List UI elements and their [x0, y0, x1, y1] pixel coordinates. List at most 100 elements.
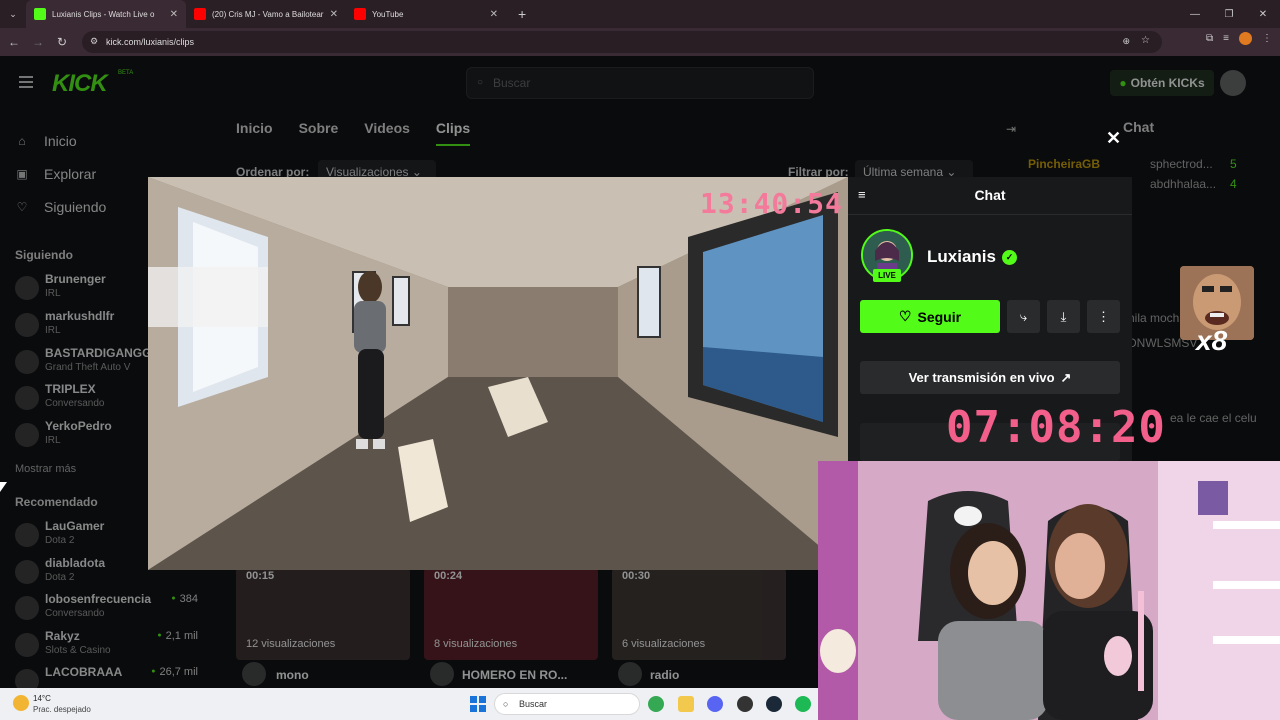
hamburger-menu-icon[interactable] [19, 76, 33, 88]
profile-avatar[interactable] [1239, 32, 1252, 45]
close-tab-icon[interactable]: ✕ [490, 9, 498, 20]
tab-sobre[interactable]: Sobre [299, 120, 339, 146]
weather-icon[interactable] [13, 695, 29, 711]
beta-label: BETA [118, 70, 134, 76]
home-icon: ⌂ [18, 133, 26, 148]
browser-tab-bar: ⌄ Luxianis Clips - Watch Live o ✕ (20) C… [0, 0, 1280, 28]
watch-live-label: Ver transmisión en vivo [908, 370, 1055, 385]
tab-clips[interactable]: Clips [435, 120, 471, 146]
chat-message: hila moch [1128, 311, 1180, 325]
minimize-icon[interactable]: — [1178, 0, 1212, 28]
avatar [15, 350, 39, 374]
channel-category: IRL [45, 325, 61, 336]
kick-logo[interactable]: KICK [52, 70, 108, 98]
site-info-icon[interactable]: ⚙ [90, 36, 98, 47]
discord-icon[interactable] [707, 696, 723, 712]
chat-count: 5 [1230, 157, 1237, 171]
taskbar-search-label: Buscar [519, 699, 548, 709]
clip-title[interactable]: radio [650, 668, 679, 682]
chat-panel-header: ≡ Chat [848, 177, 1132, 215]
chrome-icon[interactable] [648, 696, 664, 712]
channel-name: LauGamer [45, 519, 105, 533]
restore-icon[interactable]: ❐ [1212, 0, 1246, 28]
collapse-chat-icon[interactable]: ⇥ [1006, 122, 1016, 136]
tab-inicio[interactable]: Inicio [236, 120, 273, 146]
show-more-link[interactable]: Mostrar más [15, 463, 76, 475]
menu-icon[interactable]: ⋮ [1262, 33, 1272, 44]
file-explorer-icon[interactable] [678, 696, 694, 712]
avatar [15, 386, 39, 410]
taskbar-search[interactable]: ○ Buscar [494, 693, 640, 715]
follow-button[interactable]: ♡ Seguir [860, 300, 1000, 333]
sidebar-item-label: Explorar [44, 165, 97, 182]
spotify-icon[interactable] [795, 696, 811, 712]
clip-card[interactable]: 00:15 12 visualizaciones [236, 568, 410, 660]
external-link-icon: ↗ [1060, 369, 1072, 385]
download-button[interactable]: ⤓ [1047, 300, 1080, 333]
webcam-scene [818, 461, 1280, 720]
recommended-channel[interactable]: lobosenfrecuencia Conversando 384 [15, 592, 205, 628]
sidebar-nav: ⌂ Inicio ▣ Explorar ♡ Siguiendo [14, 124, 106, 223]
forward-icon[interactable]: → [26, 35, 50, 49]
url-text: kick.com/luxianis/clips [106, 37, 195, 47]
kick-favicon-icon [34, 8, 46, 20]
tab-kick-clips[interactable]: Luxianis Clips - Watch Live o ✕ [26, 0, 186, 28]
tab-youtube[interactable]: YouTube ✕ [346, 0, 506, 28]
sidebar-item-label: Siguiendo [44, 198, 107, 215]
clip-views: 8 visualizaciones [434, 638, 518, 650]
steam-icon[interactable] [766, 696, 782, 712]
search-input[interactable]: ○ Buscar [466, 67, 814, 99]
close-tab-icon[interactable]: ✕ [170, 9, 178, 20]
heart-icon: ♡ [898, 308, 912, 324]
stream-clock: 07:08:20 [946, 402, 1166, 453]
sidebar-item-siguiendo[interactable]: ♡ Siguiendo [14, 190, 107, 223]
get-kicks-label: Obtén KICKs [1130, 76, 1205, 90]
tab-videos[interactable]: Videos [364, 120, 410, 146]
more-options-button[interactable]: ⋮ [1087, 300, 1120, 333]
new-tab-icon[interactable]: + [518, 6, 526, 22]
close-tab-icon[interactable]: ✕ [330, 9, 338, 20]
clip-views: 6 visualizaciones [622, 638, 706, 650]
meme-multiplier: x8 [1196, 325, 1228, 356]
follow-label: Seguir [917, 308, 962, 325]
user-avatar[interactable] [1220, 70, 1246, 96]
extensions-icon[interactable]: ⧉ [1206, 33, 1213, 44]
avatar [15, 313, 39, 337]
weather-temperature: 14°C [33, 694, 51, 703]
share-button[interactable]: ⤷ [1007, 300, 1040, 333]
weather-description: Prac. despejado [33, 705, 91, 714]
stream-video[interactable] [148, 177, 848, 570]
tab-list-icon[interactable]: ⌄ [0, 9, 26, 20]
bookmark-star-icon[interactable]: ☆ [1141, 35, 1150, 46]
watch-live-button[interactable]: Ver transmisión en vivo ↗ [860, 361, 1120, 394]
avatar [15, 423, 39, 447]
avatar [15, 560, 39, 584]
channel-name[interactable]: Luxianis [927, 247, 996, 267]
reload-icon[interactable]: ↻ [50, 35, 74, 49]
recommended-channel[interactable]: Rakyz Slots & Casino 2,1 mil [15, 629, 205, 665]
sidebar-item-explorar[interactable]: ▣ Explorar [14, 157, 106, 190]
close-overlay-icon[interactable]: ✕ [1106, 128, 1121, 149]
channel-category: Dota 2 [45, 535, 75, 546]
tab-title: Luxianis Clips - Watch Live o [52, 9, 155, 19]
clip-card[interactable]: 00:30 6 visualizaciones [612, 568, 786, 660]
clip-card[interactable]: 00:24 8 visualizaciones [424, 568, 598, 660]
close-window-icon[interactable]: ✕ [1246, 0, 1280, 28]
avatar [15, 596, 39, 620]
back-icon[interactable]: ← [2, 35, 26, 49]
get-kicks-button[interactable]: ● Obtén KICKs [1110, 70, 1214, 96]
windows-start-icon[interactable] [470, 696, 486, 712]
compass-icon: ▣ [16, 166, 28, 181]
avatar [242, 662, 266, 686]
share-icon: ⤷ [1019, 308, 1028, 324]
clip-title[interactable]: HOMERO EN RO... [462, 668, 567, 682]
clip-title[interactable]: mono [276, 668, 309, 682]
media-controls-icon[interactable]: ≡ [1223, 33, 1229, 44]
obs-icon[interactable] [737, 696, 753, 712]
sidebar-item-inicio[interactable]: ⌂ Inicio [14, 124, 106, 157]
heart-icon: ♡ [16, 199, 28, 214]
zoom-icon[interactable]: ⊕ [1122, 36, 1130, 47]
address-bar[interactable]: ⚙ kick.com/luxianis/clips ⊕ ☆ [82, 31, 1162, 53]
tab-youtube-song[interactable]: (20) Cris MJ - Vamo a Bailotear ✕ [186, 0, 346, 28]
video-clock: 13:40:54 [700, 187, 843, 220]
